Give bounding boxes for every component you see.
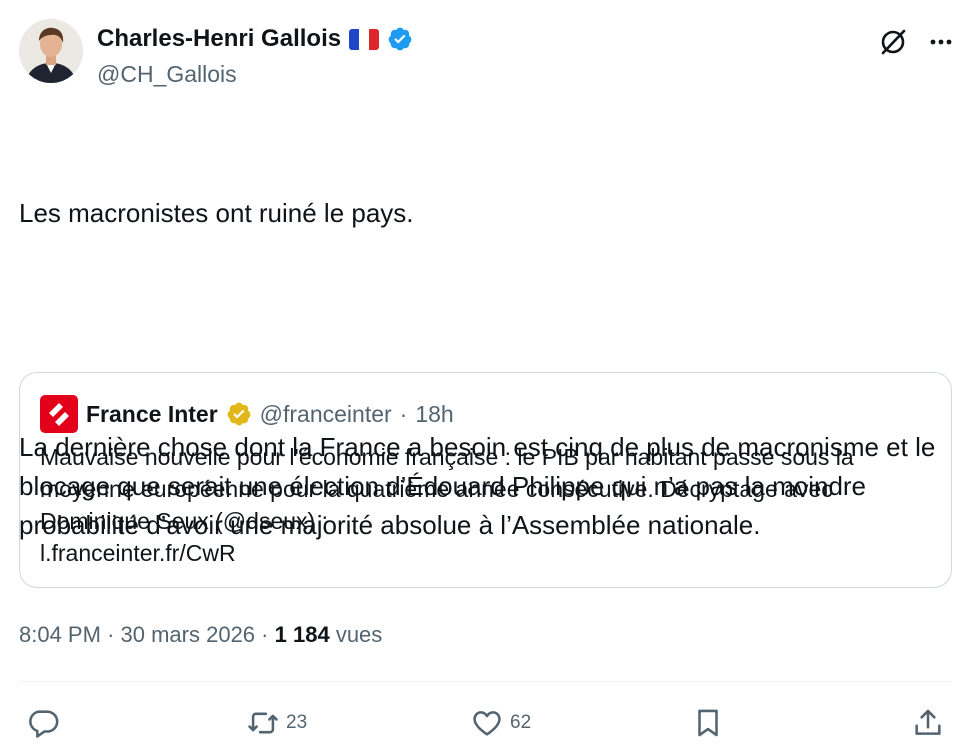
separator-dot: ·	[261, 622, 269, 647]
more-icon[interactable]	[928, 29, 954, 55]
divider	[19, 681, 952, 682]
reply-button[interactable]	[26, 706, 60, 740]
views-label: vues	[335, 622, 383, 647]
tweet-date[interactable]: 30 mars 2026	[121, 622, 256, 647]
quoted-tweet[interactable]: France Inter @franceinter · 18h Mauvaise…	[19, 372, 952, 588]
quoted-tweet-header: France Inter @franceinter · 18h	[40, 395, 454, 433]
tweet-time[interactable]: 8:04 PM	[19, 622, 101, 647]
share-button[interactable]	[911, 706, 945, 740]
quoted-author-name[interactable]: France Inter	[86, 401, 218, 428]
verified-badge-icon[interactable]	[226, 401, 252, 427]
retweet-icon	[248, 712, 278, 734]
quoted-timestamp[interactable]: 18h	[415, 401, 453, 428]
reply-icon	[29, 710, 59, 738]
grok-icon[interactable]	[878, 27, 908, 57]
france-flag-icon	[349, 28, 380, 50]
retweet-button[interactable]: 23	[246, 706, 307, 740]
tweet-top-actions	[878, 27, 954, 57]
france-inter-logo-icon	[40, 395, 78, 433]
separator-dot: ·	[107, 622, 115, 647]
verified-badge-icon[interactable]	[387, 26, 413, 52]
like-icon	[473, 711, 501, 736]
share-icon	[915, 709, 941, 735]
like-count: 62	[510, 712, 532, 733]
quoted-text-line: Dominique Seux (@dseux) :	[40, 508, 328, 534]
quoted-text-line: Mauvaise nouvelle pour l'économie frança…	[40, 444, 854, 470]
tweet-meta: 8:04 PM · 30 mars 2026 · 1 184 vues	[19, 622, 382, 648]
views-count: 1 184	[274, 622, 330, 647]
separator-dot: ·	[399, 400, 408, 427]
quoted-tweet-text: Mauvaise nouvelle pour l'économie frança…	[40, 441, 940, 569]
author-name[interactable]: Charles-Henri Gallois	[97, 25, 341, 53]
like-button[interactable]: 62	[470, 706, 531, 740]
bookmark-button[interactable]	[691, 706, 725, 740]
tweet-actions-bar: 23 62	[0, 700, 980, 744]
quoted-link[interactable]: l.franceinter.fr/CwR	[40, 537, 940, 569]
retweet-count: 23	[286, 712, 308, 733]
quoted-text-line: moyenne européenne pour la quatrième ann…	[40, 476, 833, 502]
avatar[interactable]	[19, 19, 83, 83]
author-name-row[interactable]: Charles-Henri Gallois	[97, 25, 413, 53]
bookmark-icon	[698, 709, 718, 737]
tweet-paragraph: Les macronistes ont ruiné le pays.	[19, 198, 414, 228]
author-handle[interactable]: @CH_Gallois	[97, 61, 237, 88]
quoted-author-handle[interactable]: @franceinter	[260, 401, 392, 428]
